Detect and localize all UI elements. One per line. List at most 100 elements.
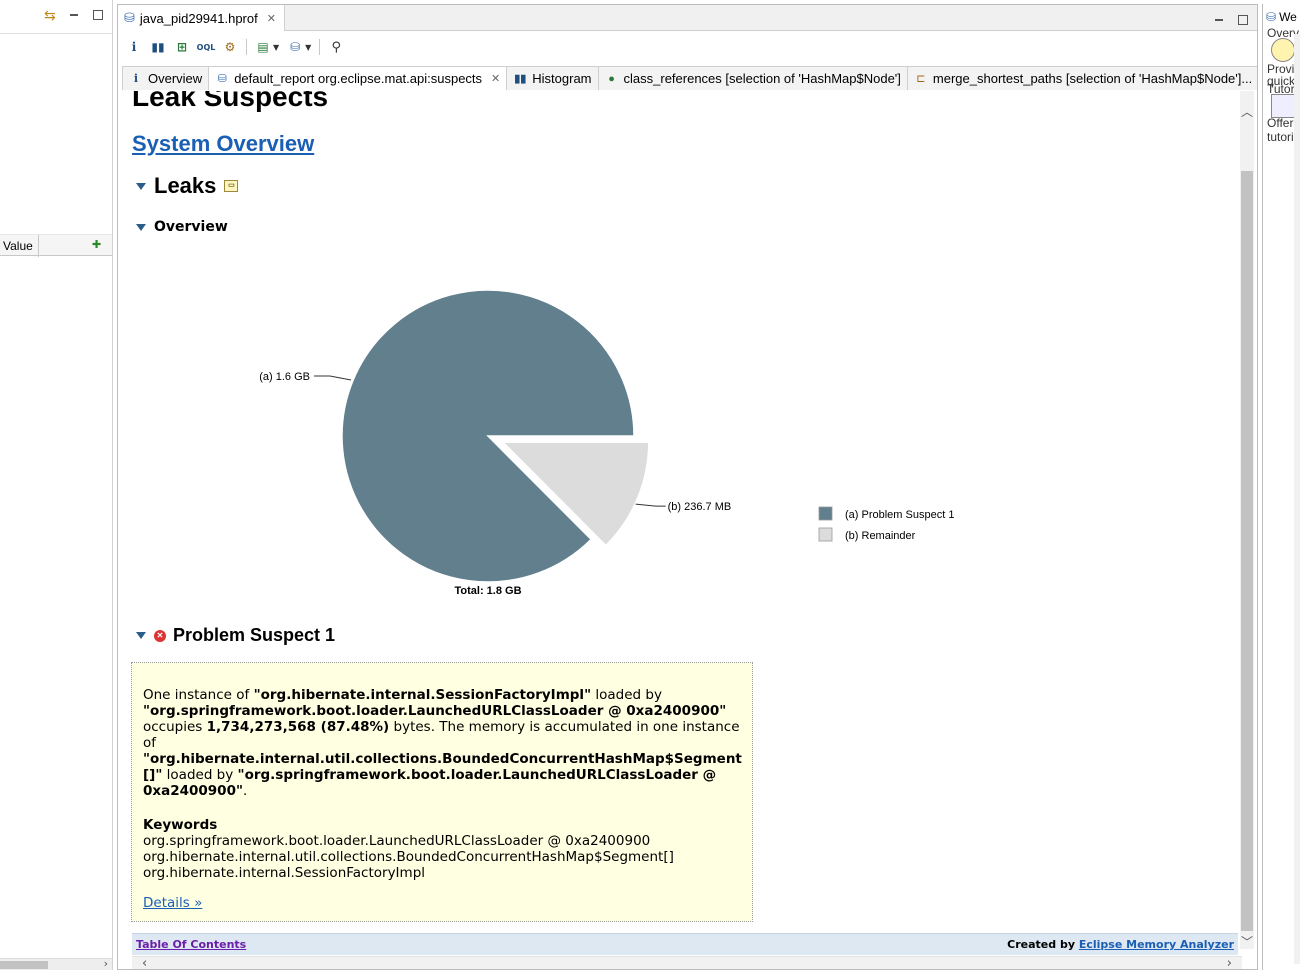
pie-label-a: (a) 1.6 GB	[259, 371, 310, 383]
details-link[interactable]: Details »	[143, 895, 202, 911]
horizontal-scrollbar[interactable]: ‹ ›	[132, 956, 1242, 969]
dominator-tree-icon[interactable]: ⊞	[174, 39, 190, 55]
tab-label: merge_shortest_paths [selection of 'Hash…	[932, 71, 1253, 86]
text-run: loaded by	[591, 687, 662, 703]
tab-merge-shortest-paths[interactable]: ⊏ merge_shortest_paths [selection of 'Ha…	[906, 66, 1257, 90]
value-column-header: Value ✚	[0, 234, 112, 257]
minimize-button[interactable]	[69, 10, 79, 20]
editor-tab-label: java_pid29941.hprof	[139, 10, 258, 26]
tab-class-references[interactable]: ● class_references [selection of 'HashMa…	[597, 66, 908, 90]
editor-toolbar: i ▮▮ ⊞ OQL ⚙ ▤ ▼ ⛁ ▼ ⚲	[118, 33, 1257, 61]
editor-minimize-button[interactable]	[1214, 15, 1224, 25]
editor-tab-hprof[interactable]: ⛁ java_pid29941.hprof ✕	[118, 5, 285, 31]
text-run: loaded by	[162, 767, 238, 783]
keyword-item: org.springframework.boot.loader.Launched…	[143, 833, 651, 849]
oql-icon[interactable]: OQL	[197, 39, 216, 55]
right-view-scrollbar[interactable]	[1294, 34, 1300, 964]
pie-slice-problem-suspect	[341, 289, 635, 583]
run-report-icon[interactable]: ▤	[255, 39, 271, 55]
retained-size: 1,734,273,568 (87.48%)	[206, 719, 390, 735]
tab-overview[interactable]: i Overview	[122, 66, 210, 90]
column-separator[interactable]	[38, 235, 39, 257]
histogram-icon[interactable]: ▮▮	[150, 39, 166, 55]
report-icon: ⛁	[217, 73, 227, 85]
tab-label: Overview	[148, 71, 203, 86]
tab-label: default_report org.eclipse.mat.api:suspe…	[234, 71, 483, 86]
error-icon: ✕	[154, 629, 166, 642]
tutorial-chart-icon[interactable]	[1271, 94, 1295, 118]
collapse-triangle-icon[interactable]	[136, 182, 146, 190]
welcome-icon: ⛁	[1266, 10, 1277, 24]
collapse-triangle-icon[interactable]	[136, 223, 146, 231]
pie-total-label: Total: 1.8 GB	[454, 585, 521, 597]
pie-leader-line-b	[635, 503, 666, 507]
eclipse-memory-analyzer-link[interactable]: Eclipse Memory Analyzer	[1079, 938, 1234, 951]
close-icon[interactable]: ✕	[267, 12, 276, 25]
vertical-scroll-thumb[interactable]	[1241, 171, 1253, 931]
threads-icon[interactable]: ⚙	[222, 39, 238, 55]
editor-maximize-button[interactable]	[1238, 15, 1248, 25]
scroll-right-arrow-icon[interactable]: ›	[1227, 956, 1232, 969]
pie-label-b: (b) 236.7 MB	[668, 501, 732, 513]
collapse-triangle-icon[interactable]	[136, 632, 146, 639]
histogram-icon: ▮▮	[514, 73, 527, 85]
scroll-up-arrow-icon[interactable]: ︿	[1240, 105, 1254, 119]
welcome-tab-label: We	[1279, 10, 1297, 24]
close-icon[interactable]: ✕	[491, 72, 500, 85]
left-horizontal-scrollbar[interactable]: ›	[0, 957, 112, 970]
left-view-toolbar: ⇆	[0, 0, 112, 34]
database-icon: ⛁	[124, 10, 135, 25]
system-overview-link[interactable]: System Overview	[132, 131, 314, 157]
class-name: "org.hibernate.internal.SessionFactoryIm…	[253, 687, 592, 703]
problem-suspect-heading: ✕ Problem Suspect 1	[136, 625, 335, 646]
left-scroll-thumb[interactable]	[0, 961, 48, 969]
legend-entry: (b) Remainder	[845, 530, 916, 542]
info-icon[interactable]: i	[126, 39, 142, 55]
lightbulb-icon[interactable]	[1271, 38, 1295, 62]
search-icon[interactable]: ⚲	[328, 39, 344, 55]
leak-pie-chart: (a) 1.6 GB (b) 236.7 MB Total: 1.8 GB (a) P…	[259, 289, 954, 597]
text-run: .	[243, 783, 248, 799]
heap-dump-icon[interactable]: ⛁	[287, 39, 303, 55]
report-content: Leak Suspects System Overview Leaks ▭ Ov…	[122, 91, 1238, 941]
overview-heading-label: Overview	[154, 219, 228, 235]
keywords-title: Keywords	[143, 817, 218, 833]
keyword-item: org.hibernate.internal.util.collections.…	[143, 849, 674, 865]
scroll-down-arrow-icon[interactable]: ﹀	[1240, 935, 1254, 949]
problem-description-box: One instance of "org.hibernate.internal.…	[131, 662, 753, 922]
editor-area: ⛁ java_pid29941.hprof ✕ i ▮▮ ⊞ OQL ⚙ ▤ ▼…	[117, 4, 1258, 970]
legend-swatch	[818, 527, 833, 542]
sync-icon[interactable]: ⇆	[44, 8, 56, 24]
text-run: occupies	[143, 719, 207, 735]
page-title: Leak Suspects	[132, 91, 329, 112]
text-run: One instance of	[143, 687, 254, 703]
pin-icon[interactable]: ✚	[92, 238, 101, 251]
scroll-right-arrow-icon[interactable]: ›	[104, 957, 108, 970]
legend-entry: (a) Problem Suspect 1	[845, 509, 954, 521]
tab-histogram[interactable]: ▮▮ Histogram	[506, 66, 599, 90]
scroll-left-arrow-icon[interactable]: ‹	[142, 956, 147, 969]
report-footer: Table Of Contents Created by Eclipse Mem…	[132, 933, 1238, 955]
created-by: Created by Eclipse Memory Analyzer	[1007, 938, 1234, 951]
folder-icon[interactable]: ▭	[224, 180, 239, 192]
tab-default-report[interactable]: ⛁ default_report org.eclipse.mat.api:sus…	[208, 66, 508, 90]
info-icon: i	[133, 72, 139, 85]
value-column-label[interactable]: Value	[3, 239, 33, 253]
table-of-contents-link[interactable]: Table Of Contents	[136, 938, 246, 951]
overview-heading: Overview	[136, 219, 228, 235]
class-references-icon: ●	[608, 72, 615, 85]
maximize-button[interactable]	[93, 10, 103, 20]
report-tabs: i Overview ⛁ default_report org.eclipse.…	[122, 66, 1257, 90]
keyword-item: org.hibernate.internal.SessionFactoryImp…	[143, 865, 426, 881]
paths-tree-icon: ⊏	[916, 73, 926, 85]
toolbar-separator	[319, 39, 321, 55]
vertical-scrollbar[interactable]: ︿ ﹀	[1240, 91, 1254, 949]
created-by-label: Created by	[1007, 938, 1079, 951]
run-report-dropdown-icon[interactable]: ▼	[273, 43, 279, 52]
welcome-tab[interactable]: ⛁ We	[1266, 10, 1297, 24]
heap-dump-dropdown-icon[interactable]: ▼	[305, 43, 311, 52]
toolbar-separator	[246, 39, 247, 55]
right-welcome-view: ⛁ We Overv Provid quick Tutoria Offers t…	[1262, 4, 1300, 970]
tab-label: class_references [selection of 'HashMap$…	[623, 71, 901, 86]
problem-description: One instance of "org.hibernate.internal.…	[143, 687, 742, 799]
